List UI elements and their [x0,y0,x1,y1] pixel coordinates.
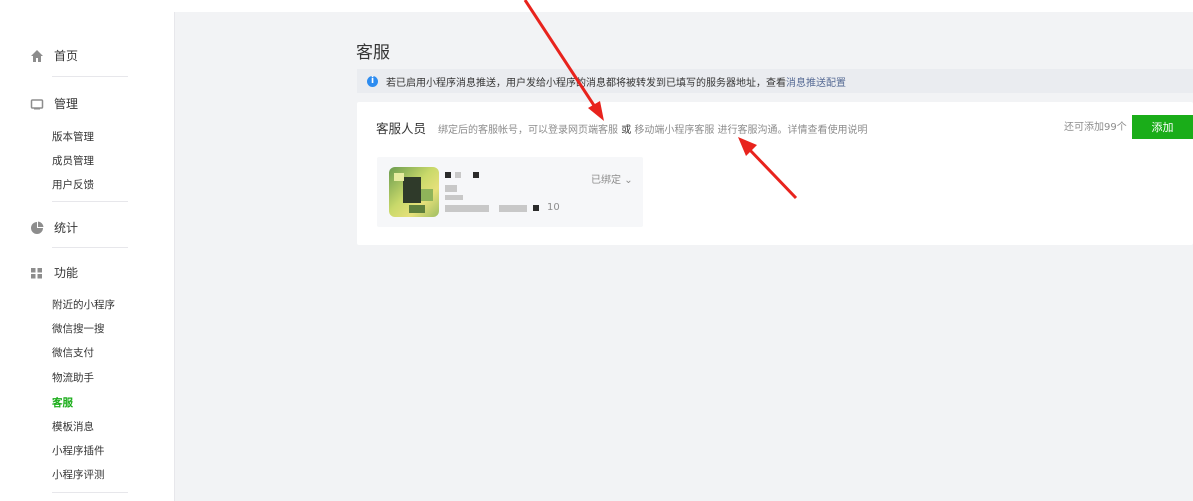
avatar [389,167,439,217]
sidebar-section-features[interactable]: 功能 [30,264,78,281]
sidebar-item-members[interactable]: 成员管理 [52,153,94,168]
monitor-icon [30,97,44,111]
panel-desc-mid: 进行客服沟通。详情查看 [714,125,828,136]
bound-status-dropdown[interactable]: 已绑定 ⌄ [591,171,633,186]
sidebar-item-feedback[interactable]: 用户反馈 [52,177,94,192]
info-icon: i [367,75,378,87]
pie-chart-icon [30,221,44,235]
message-push-config-link[interactable]: 消息推送配置 [786,74,846,89]
help-link[interactable]: 使用说明 [828,121,868,136]
sidebar-item-nearby[interactable]: 附近的小程序 [52,297,115,312]
grid-icon [30,266,44,280]
sidebar-features-title: 功能 [54,266,79,280]
top-bar [0,0,1193,12]
redacted-name [445,172,451,178]
page-title: 客服 [356,43,390,63]
redacted-info [533,205,539,211]
sidebar-home-label: 首页 [54,49,79,63]
account-number-tail: 10 [547,202,560,213]
redacted-id [445,185,457,192]
mobile-cs-link[interactable]: 移动端小程序客服 [634,121,714,136]
sidebar-divider [52,247,128,248]
sidebar-item-review[interactable]: 小程序评测 [52,467,105,482]
panel-title: 客服人员 [376,121,427,136]
sidebar-item-customer-service[interactable]: 客服 [52,395,73,410]
redacted-id [445,195,463,200]
sidebar-section-manage[interactable]: 管理 [30,95,78,112]
remaining-count: 还可添加99个 [1064,122,1127,133]
chevron-down-icon: ⌄ [624,175,633,186]
sidebar-item-pay[interactable]: 微信支付 [52,345,94,360]
web-cs-link[interactable]: 网页端客服 [568,121,618,136]
sidebar-divider [52,492,128,493]
redacted-name [473,172,479,178]
sidebar-item-search[interactable]: 微信搜一搜 [52,321,105,336]
add-button[interactable]: 添加 [1132,115,1193,139]
panel-or-text: 或 [618,125,635,136]
redacted-name [455,172,461,178]
cs-account-card: 10 已绑定 ⌄ [377,157,643,227]
sidebar-divider [52,201,128,202]
sidebar-stats-label: 统计 [54,221,79,235]
redacted-info [445,205,489,212]
sidebar-item-plugins[interactable]: 小程序插件 [52,443,105,458]
sidebar-manage-title: 管理 [54,97,79,111]
panel-desc-prefix: 绑定后的客服帐号，可以登录 [438,125,569,136]
sidebar-item-home[interactable]: 首页 [30,47,78,64]
redacted-info [499,205,527,212]
customer-service-panel: 客服人员 绑定后的客服帐号，可以登录 网页端客服 或 移动端小程序客服 进行客服… [357,102,1193,245]
notice-text: 若已启用小程序消息推送，用户发给小程序的消息都将被转发到已填写的服务器地址，查看 [386,77,786,89]
sidebar-item-template[interactable]: 模板消息 [52,419,94,434]
sidebar-divider [52,76,128,77]
notice-bar: i 若已启用小程序消息推送，用户发给小程序的消息都将被转发到已填写的服务器地址，… [357,69,1193,93]
sidebar-section-stats[interactable]: 统计 [30,219,78,236]
home-icon [30,49,44,63]
bound-status-label: 已绑定 [591,175,621,186]
sidebar-item-version[interactable]: 版本管理 [52,129,94,144]
panel-header: 客服人员 绑定后的客服帐号，可以登录 网页端客服 或 移动端小程序客服 进行客服… [376,118,868,137]
sidebar-item-logistics[interactable]: 物流助手 [52,370,94,385]
